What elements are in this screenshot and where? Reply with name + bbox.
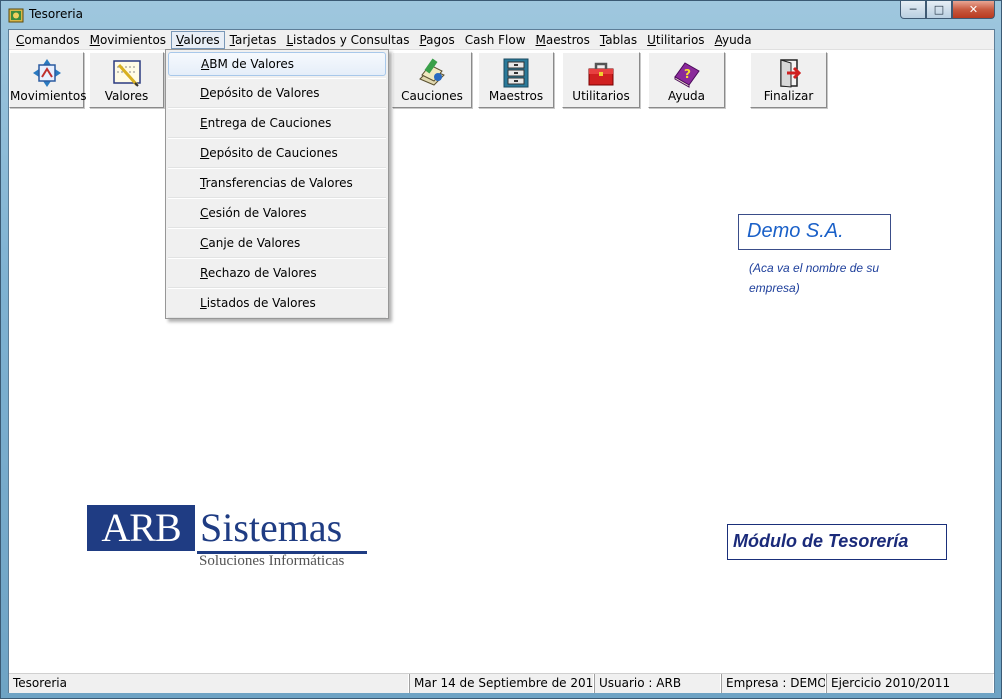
toolbar-ayuda-button[interactable]: ? Ayuda [648,52,725,108]
toolbar-movimientos-button[interactable]: Movimientos [9,52,87,108]
status-fiscal-year: Ejercicio 2010/2011 [826,674,994,693]
toolbox-icon [588,62,614,86]
menu-item-cesion-valores[interactable]: Cesión de Valores [168,198,386,228]
status-user: Usuario : ARB [594,674,721,693]
svg-text:?: ? [684,67,691,81]
menu-item-deposito-cauciones[interactable]: Depósito de Cauciones [168,138,386,168]
logo-arb: ARB [87,505,195,551]
app-icon [8,8,24,23]
menu-cash-flow[interactable]: Cash Flow [460,31,531,49]
logo-subtitle: Soluciones Informáticas [199,553,345,569]
company-note: (Aca va el nombre de su empresa) [749,261,880,295]
app-window: Tesoreria ─ □ ✕ Comandos Movimientos Val… [0,0,1002,699]
status-bar: Tesoreria Mar 14 de Septiembre de 2010 U… [9,673,994,693]
menu-ayuda[interactable]: Ayuda [710,31,757,49]
menu-item-rechazo-valores[interactable]: Rechazo de Valores [168,258,386,288]
menu-item-entrega-cauciones[interactable]: Entrega de Cauciones [168,108,386,138]
menu-item-listados-valores[interactable]: Listados de Valores [168,288,386,318]
window-title: Tesoreria [29,7,83,21]
menu-maestros[interactable]: Maestros [531,31,595,49]
toolbar-valores-button[interactable]: Valores [89,52,164,108]
valores-dropdown-menu: ABM de Valores Depósito de Valores Entre… [165,49,389,319]
toolbar-utilitarios-label: Utilitarios [572,89,630,103]
toolbar-ayuda-label: Ayuda [667,89,706,103]
company-name: Demo S.A. [747,220,844,242]
status-app: Tesoreria [9,674,409,693]
menu-movimientos[interactable]: Movimientos [85,31,171,49]
toolbar-finalizar-button[interactable]: Finalizar [750,52,827,108]
toolbar-utilitarios-button[interactable]: Utilitarios [562,52,640,108]
toolbar-maestros-label: Maestros [488,89,544,103]
close-button[interactable]: ✕ [952,1,995,19]
help-book-icon: ? [673,62,700,88]
status-date: Mar 14 de Septiembre de 2010 [409,674,594,693]
client-area: Comandos Movimientos Valores Tarjetas Li… [8,29,995,693]
maximize-icon: □ [933,3,945,16]
toolbar-valores-label: Valores [104,89,149,103]
toolbar-maestros-button[interactable]: Maestros [478,52,554,108]
menu-item-abm-valores[interactable]: ABM de Valores [168,52,386,76]
exit-door-icon [779,59,801,88]
minimize-icon: ─ [909,3,917,16]
menu-bar: Comandos Movimientos Valores Tarjetas Li… [9,30,994,50]
menu-item-transferencias-valores[interactable]: Transferencias de Valores [168,168,386,198]
minimize-button[interactable]: ─ [900,1,926,19]
status-company: Empresa : DEMO [721,674,826,693]
maestros-icon [503,58,529,88]
menu-pagos[interactable]: Pagos [414,31,459,49]
menu-listados-consultas[interactable]: Listados y Consultas [281,31,414,49]
module-title-box: Módulo de Tesorería [727,524,947,560]
module-title: Módulo de Tesorería [733,531,909,551]
maximize-button[interactable]: □ [926,1,952,19]
arb-sistemas-logo: ARB Sistemas Soluciones Informáticas [87,505,377,575]
menu-comandos[interactable]: Comandos [11,31,85,49]
toolbar: Movimientos Valores Cauciones Maestros U… [9,50,994,110]
toolbar-cauciones-label: Cauciones [401,89,463,103]
close-icon: ✕ [968,3,979,16]
toolbar-finalizar-label: Finalizar [763,89,814,103]
menu-tarjetas[interactable]: Tarjetas [225,31,282,49]
cauciones-icon [419,58,445,86]
company-name-box: Demo S.A. [738,214,891,250]
toolbar-movimientos-label: Movimientos [10,89,87,103]
logo-sistemas: Sistemas [200,505,343,550]
toolbar-cauciones-button[interactable]: Cauciones [392,52,472,108]
menu-item-deposito-valores[interactable]: Depósito de Valores [168,78,386,108]
movements-icon [32,59,61,87]
menu-item-canje-valores[interactable]: Canje de Valores [168,228,386,258]
values-icon [112,60,141,87]
menu-valores[interactable]: Valores [171,30,225,49]
menu-utilitarios[interactable]: Utilitarios [642,31,709,49]
title-bar[interactable]: Tesoreria ─ □ ✕ [1,1,1001,29]
menu-tablas[interactable]: Tablas [595,31,642,49]
